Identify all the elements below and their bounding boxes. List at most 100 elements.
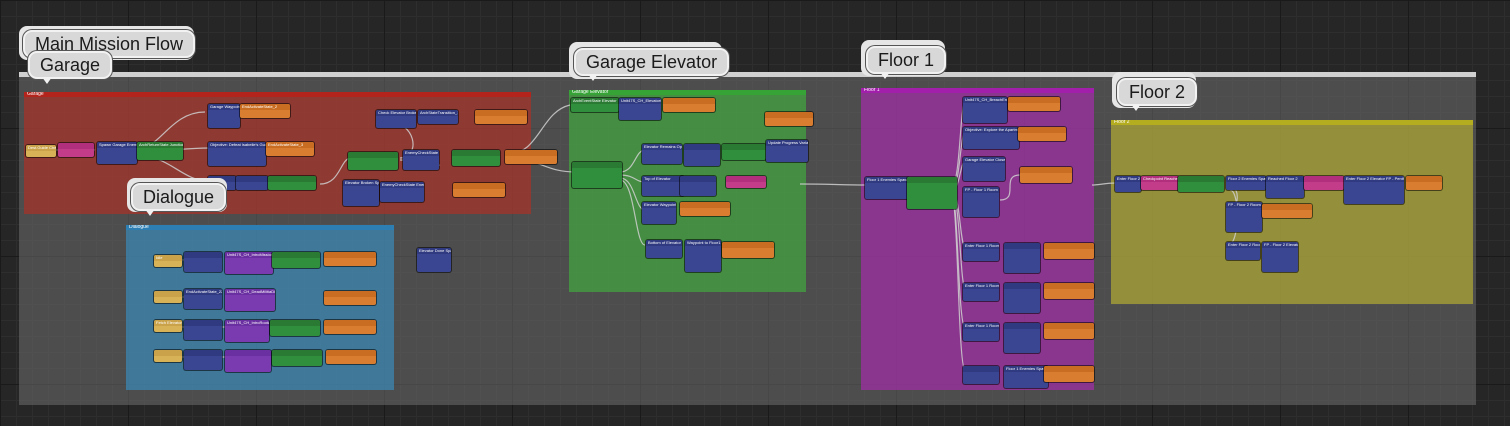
floor1-node-garage-closed[interactable]: Garage Elevator Closed (963, 157, 1005, 181)
floor1-node-orange-3[interactable] (1020, 167, 1072, 183)
elevator-node-event[interactable]: ArchEventState Elevator (571, 98, 619, 112)
garage-node-orange-2[interactable]: EndActivateState_3 (266, 142, 314, 156)
floor2-node-checkpoint[interactable]: Checkpoint Reached (1141, 176, 1179, 190)
elevator-node-waypoint[interactable]: Elevator Waypoint (642, 202, 676, 224)
node-title: Top of Elevator (642, 176, 684, 182)
floor1-node-orange-2[interactable] (1018, 127, 1066, 141)
garage-node-objective[interactable]: Objective: Defeat Isabelle's Guards (208, 142, 266, 166)
garage-node-pink[interactable] (58, 143, 94, 157)
floor1-node-objective[interactable]: Objective: Explore the Apartment (963, 127, 1019, 149)
elevator-node-pink[interactable] (726, 176, 766, 188)
garage-bubble[interactable]: Garage (28, 51, 113, 84)
garage-node-orange-1[interactable]: EndActivateState_2 (240, 104, 290, 118)
floor1-node-orange-1[interactable] (1008, 97, 1060, 111)
dialogue-node-orange-3[interactable] (324, 320, 376, 334)
garage-node-orange-5[interactable] (453, 183, 505, 197)
floor2-bubble[interactable]: Floor 2 (1117, 78, 1198, 111)
floor2-node-enter[interactable]: Enter Floor 2 (1115, 176, 1141, 192)
garage-node-enemy-spawned[interactable]: EnemyCheckState Enemy Spawned (403, 150, 439, 170)
floor1-node-breach[interactable]: Unit47S_CH_BreachEnemies (963, 97, 1007, 123)
floor2-node-orange-r1[interactable] (1262, 204, 1312, 218)
floor2-node-junction[interactable] (1178, 176, 1224, 192)
garage-node-green-4[interactable] (452, 150, 500, 166)
dialogue-node-blue-3[interactable] (184, 320, 222, 340)
garage-node-spawn-enemies[interactable]: Spawn Garage Enemies (97, 142, 137, 164)
elevator-node-remains-open[interactable]: Elevator Remains Open (642, 144, 682, 164)
garage-node-orange-4[interactable] (505, 150, 557, 164)
floor2-node-fp-elevator[interactable]: FP - Floor 2 Elevator (1262, 242, 1298, 272)
elevator-node-junction[interactable] (572, 162, 622, 188)
floor1-node-enemies-spawned-2[interactable]: Floor 1 Enemies Spawned (1004, 366, 1048, 388)
dialogue-node-purple-4[interactable] (225, 350, 271, 372)
garage-node-green-2[interactable] (268, 176, 316, 190)
floor2-node-pink-2[interactable] (1304, 176, 1344, 190)
dialogue-node-green-1[interactable] (272, 252, 320, 268)
dialogue-node-elevator-done-spawn[interactable]: Elevator Done Spawn (417, 248, 451, 272)
garage-node-green-3[interactable] (348, 152, 398, 170)
dialogue-node-fetch-elevator[interactable]: Fetch Elevator (154, 320, 182, 332)
garage-node-blue-4[interactable] (236, 176, 268, 190)
dialogue-node-green-3[interactable] (270, 320, 320, 336)
dialogue-node-dead-militia[interactable]: Unit47S_CH_DeadMilitiaDialog (225, 289, 275, 311)
elevator-node-top[interactable]: Top of Elevator (642, 176, 684, 196)
garage-node-orange-3[interactable] (475, 110, 527, 124)
floor1-node-junction[interactable] (907, 177, 957, 209)
dialogue-node-intro-root[interactable]: Unit47S_CH_IntroRootA (225, 320, 269, 342)
floor1-node-orange-bottom[interactable] (1044, 366, 1094, 382)
elevator-node-blue-2[interactable] (684, 144, 720, 166)
node-title: ArchStateTransition_14 (418, 110, 458, 116)
dialogue-node-blue-1[interactable] (184, 252, 222, 272)
elevator-node-bottom[interactable]: Bottom of Elevator (646, 240, 682, 258)
dialogue-node-blue-4[interactable] (184, 350, 222, 370)
floor1-node-blue-bottom[interactable] (963, 366, 999, 384)
elevator-node-check[interactable]: Unit47S_CH_ElevatorCheck (619, 98, 661, 120)
elevator-node-green-2[interactable] (722, 144, 766, 160)
floor2-node-penthouse[interactable]: Enter Floor 2 Elevator FP - Penthouse (1344, 176, 1404, 204)
floor1-node-blue-r2[interactable] (1004, 283, 1040, 313)
elevator-node-orange-4[interactable] (722, 242, 774, 258)
garage-node-dest-guide[interactable]: Dest.Guide Check 75 (26, 145, 56, 157)
floor1-node-enter-room3[interactable]: Enter Floor 1 Room 3 (963, 323, 999, 341)
floor1-node-fp-room1[interactable]: FP - Floor 1 Room 1 (963, 187, 999, 217)
garage-elevator-bubble[interactable]: Garage Elevator (574, 48, 730, 81)
floor1-node-orange-r2[interactable] (1044, 283, 1094, 299)
floor2-node-reached[interactable]: Reached Floor 2 (1266, 176, 1304, 198)
dialogue-node-orange-1[interactable] (324, 252, 376, 266)
elevator-node-orange-1[interactable] (663, 98, 715, 112)
elevator-node-orange-3[interactable] (680, 202, 730, 216)
floor1-node-orange-r3[interactable] (1044, 323, 1094, 339)
floor1-node-blue-r1[interactable] (1004, 243, 1040, 273)
garage-node-junction-0[interactable]: ArchReturnState Junction_0 (137, 142, 183, 160)
garage-node-check-elevator[interactable]: Check Elevator Broken (376, 110, 416, 128)
floor1-node-orange-r1[interactable] (1044, 243, 1094, 259)
dialogue-bubble[interactable]: Dialogue (131, 183, 227, 216)
floor1-node-enemies-spawned[interactable]: Floor 1 Enemies Spawned (865, 177, 909, 199)
garage-node-transition-14[interactable]: ArchStateTransition_14 (418, 110, 458, 124)
elevator-node-waypoint-floor1[interactable]: Waypoint to Floor1 (685, 240, 721, 272)
dialogue-node-orange-2[interactable] (324, 291, 376, 305)
dialogue-node-orange-4[interactable] (326, 350, 376, 364)
garage-node-elevator-broken-spawn[interactable]: Elevator Broken Spawn (343, 180, 379, 206)
floor2-node-enter-room2[interactable]: Enter Floor 2 Room 2 (1226, 242, 1260, 260)
elevator-node-update-progress[interactable]: Update Progress Variable (766, 140, 808, 162)
dialogue-node-intro-mission[interactable]: Unit47S_CH_IntroMissionStart (225, 252, 273, 274)
floor1-node-enter-room1[interactable]: Enter Floor 1 Room 1 (963, 243, 999, 261)
dialogue-node-end-22[interactable]: EndActivateState_22 (184, 289, 222, 309)
garage-node-enemy-spawned-4[interactable]: EnemyCheckState Enemy Spawned 4 (380, 182, 424, 202)
floor2-node-enemies[interactable]: Floor 2 Enemies Spawned (1226, 176, 1266, 190)
floor2-node-orange-end[interactable] (1406, 176, 1442, 190)
floor1-node-blue-r3[interactable] (1004, 323, 1040, 353)
node-title (1406, 176, 1442, 182)
elevator-node-blue-3[interactable] (680, 176, 716, 196)
node-title: Unit47S_CH_ElevatorCheck (619, 98, 661, 104)
elevator-node-orange-2[interactable] (765, 112, 813, 126)
node-title (1004, 243, 1040, 249)
dialogue-node-green-4[interactable] (272, 350, 322, 366)
dialogue-node-idle-2[interactable] (154, 291, 182, 303)
floor1-bubble[interactable]: Floor 1 (866, 46, 947, 79)
garage-node-waypoint[interactable]: Garage Waypoint (208, 104, 240, 128)
dialogue-node-idle-1[interactable]: Idle (154, 255, 182, 267)
floor2-node-fp-room1[interactable]: FP - Floor 2 Room 1 (1226, 202, 1262, 232)
floor1-node-enter-room2[interactable]: Enter Floor 1 Room 2 (963, 283, 999, 301)
dialogue-node-idle-4[interactable] (154, 350, 182, 362)
